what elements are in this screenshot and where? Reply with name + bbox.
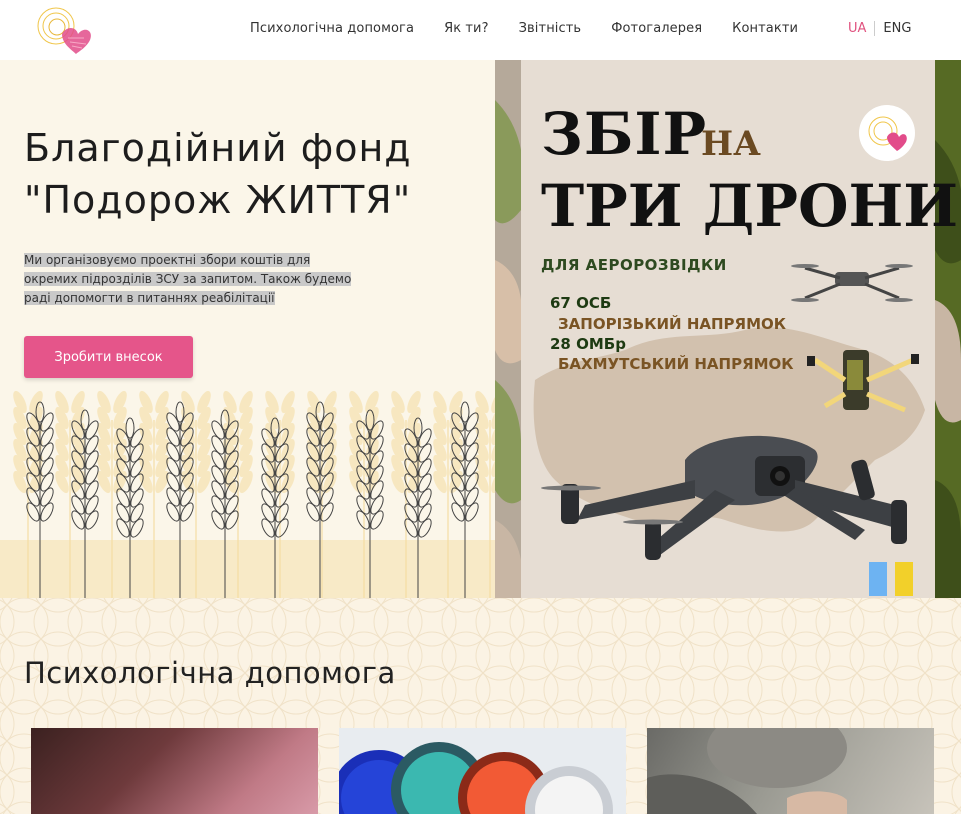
fundraiser-poster[interactable]: ЗБІР НА ТРИ ДРОНИ ДЛЯ АЕРОРОЗВІДКИ 67 ОС…: [495, 60, 961, 598]
nav-gallery[interactable]: Фотогалерея: [611, 21, 702, 36]
therapy-session-image: [647, 728, 847, 814]
lang-en-link[interactable]: ENG: [875, 21, 911, 36]
hero-title-line2: "Подорож ЖИТТЯ": [24, 178, 412, 222]
lang-ua-link[interactable]: UA: [848, 21, 876, 36]
section-title: Психологічна допомога: [24, 656, 396, 690]
service-card-image[interactable]: [647, 728, 934, 814]
psych-help-section: Психологічна допомога: [0, 598, 961, 814]
poster-direction-2: БАХМУТСЬКИЙ НАПРЯМОК: [558, 355, 794, 373]
hero-section: Благодійний фонд "Подорож ЖИТТЯ" Ми орга…: [0, 60, 495, 598]
poster-title-zbir: ЗБІР: [541, 100, 708, 168]
language-switcher: UA ENG: [848, 21, 911, 36]
nav-how-are-you[interactable]: Як ти?: [444, 21, 489, 36]
hero-description: Ми організовуємо проектні збори коштів д…: [24, 251, 369, 308]
poster-unit-1: 67 ОСБ: [550, 294, 612, 312]
paint-jars-image: [339, 728, 626, 814]
poster-logo-icon: [859, 105, 915, 161]
poster-unit-2: 28 ОМБр: [550, 335, 626, 353]
nav-reports[interactable]: Звітність: [519, 21, 582, 36]
poster-direction-1: ЗАПОРІЗЬКИЙ НАПРЯМОК: [558, 315, 787, 333]
nav-contacts[interactable]: Контакти: [732, 21, 798, 36]
main-nav: Психологічна допомога Як ти? Звітність Ф…: [250, 21, 828, 36]
wheat-illustration: [0, 390, 495, 598]
hero-desc-line2: окремих підрозділів ЗСУ за запитом. Тако…: [24, 272, 352, 286]
hero-desc-line1: Ми організовуємо проектні збори коштів д…: [24, 253, 311, 267]
site-header: Психологічна допомога Як ти? Звітність Ф…: [0, 0, 961, 60]
service-card-image[interactable]: [339, 728, 626, 814]
logo-icon[interactable]: [32, 4, 98, 56]
poster-subtitle: ДЛЯ АЕРОРОЗВІДКИ: [541, 256, 727, 274]
hero-title: Благодійний фонд "Подорож ЖИТТЯ": [24, 122, 412, 226]
service-card-image[interactable]: [31, 728, 318, 814]
poster-title-drones: ТРИ ДРОНИ: [541, 172, 959, 240]
hero-desc-line3: раді допомогти в питаннях реабілітації: [24, 291, 275, 305]
poster-title-na: НА: [701, 124, 761, 164]
hero-title-line1: Благодійний фонд: [24, 126, 412, 170]
donate-button[interactable]: Зробити внесок: [24, 336, 193, 378]
nav-psych-help[interactable]: Психологічна допомога: [250, 21, 414, 36]
